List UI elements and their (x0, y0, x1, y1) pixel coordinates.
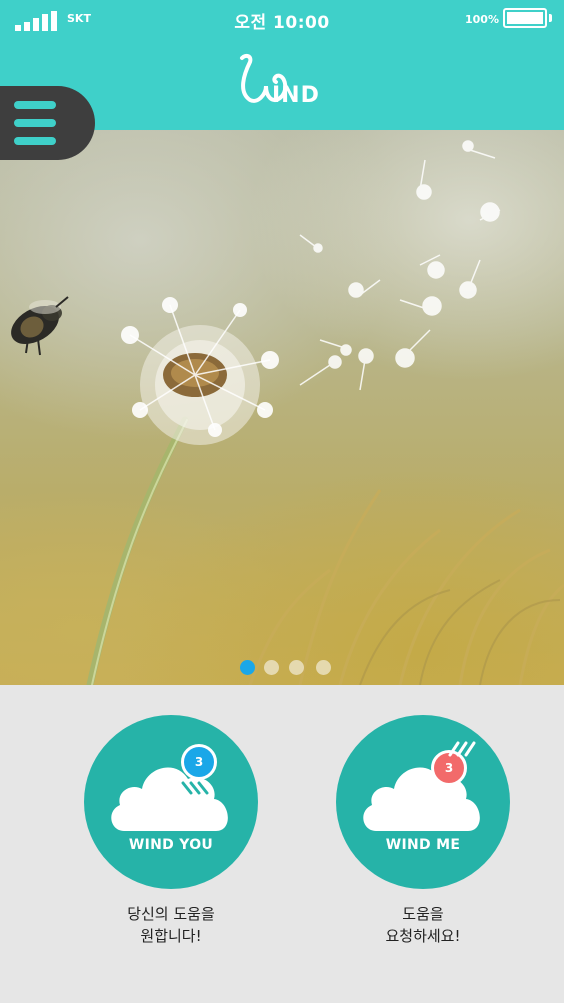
carousel-dot-3[interactable] (289, 660, 304, 675)
caption-line: 도움을 (402, 905, 444, 923)
wind-me-label: WIND ME (385, 837, 461, 853)
wind-me-button[interactable]: 3 WIND ME 도움을 요청하세요! (336, 715, 510, 955)
wind-you-button[interactable]: 3 WIND YOU 당신의 도움을 원합니다! (84, 715, 258, 955)
carousel-dot-1[interactable] (240, 660, 255, 675)
wind-you-label: WIND YOU (128, 837, 214, 853)
caption-line: 요청하세요! (385, 927, 461, 945)
dandelion-photo (11, 140, 564, 685)
wind-me-circle[interactable]: 3 WIND ME (336, 715, 510, 889)
battery-cap (549, 14, 552, 22)
caption-line: 당신의 도움을 (127, 905, 215, 923)
battery-icon (503, 8, 547, 28)
menu-bar-line (14, 137, 56, 145)
carousel-indicator (240, 660, 340, 676)
menu-bar-line (14, 119, 56, 127)
motion-lines-icon (181, 781, 209, 795)
cloud-icon (363, 767, 480, 831)
motion-lines-icon (448, 741, 476, 757)
wind-you-badge: 3 (181, 744, 217, 780)
carousel-dot-4[interactable] (316, 660, 331, 675)
action-section: 3 WIND YOU 당신의 도움을 원합니다! 3 WIND ME 도움을 요… (0, 685, 564, 1003)
hamburger-menu-button[interactable] (0, 86, 95, 160)
wind-you-circle[interactable]: 3 WIND YOU (84, 715, 258, 889)
menu-bar-line (14, 101, 56, 109)
caption-line: 원합니다! (140, 927, 202, 945)
hero-carousel-image[interactable] (0, 130, 564, 685)
carousel-dot-2[interactable] (264, 660, 279, 675)
status-bar: SKT 오전 10:00 100% (0, 0, 564, 38)
logo-wordmark: IND (272, 83, 320, 108)
wind-me-caption: 도움을 요청하세요! (316, 903, 530, 947)
battery-percent: 100% (465, 13, 499, 26)
bee (11, 296, 69, 356)
wind-you-caption: 당신의 도움을 원합니다! (64, 903, 278, 947)
